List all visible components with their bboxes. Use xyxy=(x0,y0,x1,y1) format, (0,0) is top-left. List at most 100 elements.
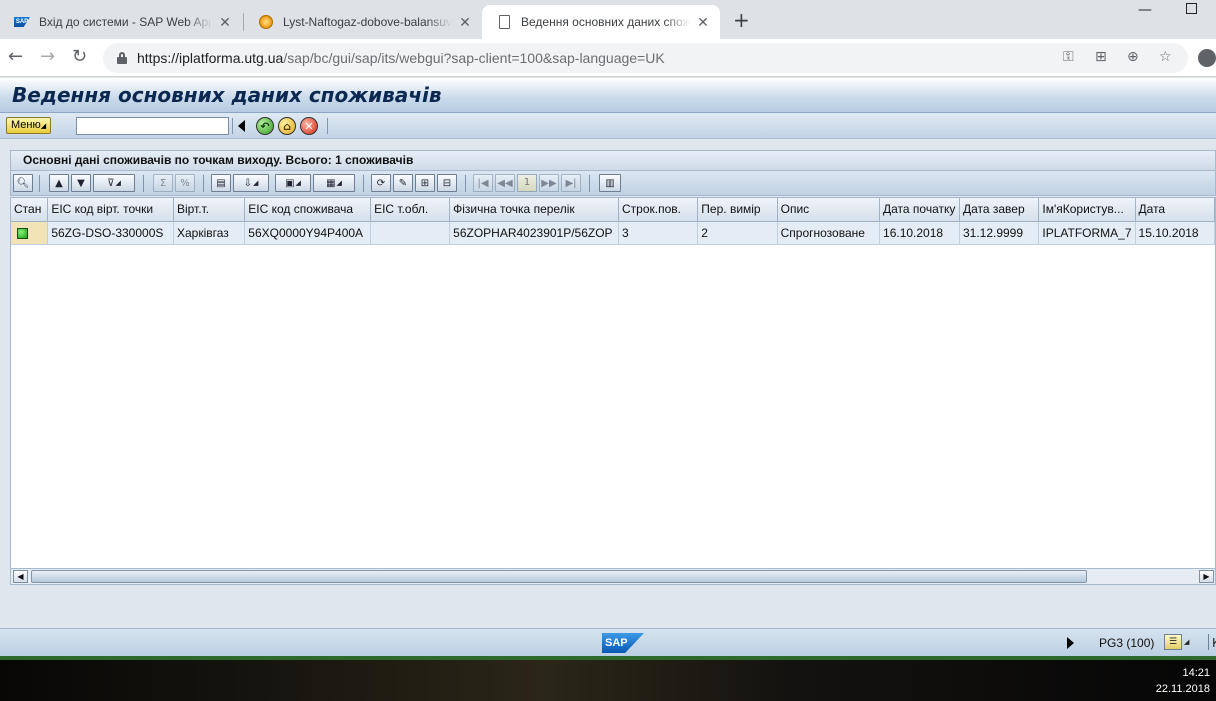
delete-row-icon[interactable]: ⊟ xyxy=(437,174,457,192)
dropdown-arrow-icon[interactable]: ◢ xyxy=(1184,638,1189,646)
scroll-left-icon[interactable]: ◀ xyxy=(13,570,28,583)
close-tab-icon[interactable]: ✕ xyxy=(696,14,710,31)
close-tab-icon[interactable]: ✕ xyxy=(458,14,472,31)
table-cell[interactable]: 56ZG-DSO-330000S xyxy=(47,221,174,245)
back-arrow-icon[interactable]: ← xyxy=(8,47,23,67)
column-header-status[interactable]: Стан xyxy=(11,198,49,222)
filter-dropdown-button[interactable]: ⊽ ◢ xyxy=(93,174,135,192)
taskbar-clock[interactable]: 14:21 22.11.2018 xyxy=(1156,665,1210,697)
sap-status-bar: SAP PG3 (100) ☰ ◢ К xyxy=(0,628,1216,656)
column-header-physical-point-list[interactable]: Фізична точка перелік xyxy=(449,198,619,222)
table-cell[interactable]: IPLATFORMA_7 xyxy=(1038,221,1136,245)
column-header-measurement[interactable]: Пер. вимір xyxy=(697,198,778,222)
browser-tab-active[interactable]: Ведення основних даних спожи ✕ xyxy=(482,5,720,39)
status-separator xyxy=(1208,634,1209,650)
filter-icon: ⊽ xyxy=(107,177,115,189)
details-icon[interactable]: 🔍︎ xyxy=(13,174,33,192)
table-cell[interactable]: 31.12.9999 xyxy=(959,221,1040,245)
dropdown-arrow-icon: ◢ xyxy=(253,179,259,187)
column-header-user-name[interactable]: Ім'яКористув... xyxy=(1038,198,1136,222)
toolbar-separator xyxy=(465,175,466,192)
orange-sphere-icon xyxy=(258,14,274,30)
print-preview-icon[interactable]: ▤ xyxy=(211,174,231,192)
table-cell[interactable]: 3 xyxy=(618,221,699,245)
back-button[interactable]: ↶ xyxy=(256,117,274,135)
dropdown-arrow-icon: ◢ xyxy=(40,123,47,130)
table-row[interactable]: 56ZG-DSO-330000S Харківгаз 56XQ0000Y94P4… xyxy=(11,221,1215,245)
list-icon: ☰ xyxy=(1168,637,1178,647)
menu-button[interactable]: Меню◢ xyxy=(6,117,52,134)
zoom-icon[interactable]: ⊕ xyxy=(1127,49,1139,65)
address-omnibox[interactable]: https://iplatforma.utg.ua/sap/bc/gui/sap… xyxy=(103,43,1188,73)
column-header-date[interactable]: Дата xyxy=(1135,198,1215,222)
back-icon: ↶ xyxy=(260,119,270,133)
close-tab-icon[interactable]: ✕ xyxy=(218,14,232,31)
add-row-icon[interactable]: ⊞ xyxy=(415,174,435,192)
tab-title: Lyst-Naftogaz-dobove-balansuva xyxy=(283,15,452,29)
minimize-window-icon[interactable]: — xyxy=(1138,2,1152,18)
table-cell[interactable]: Спрогнозоване xyxy=(777,221,881,245)
first-page-icon[interactable]: |◀ xyxy=(473,174,493,192)
column-header-end-date[interactable]: Дата завер xyxy=(959,198,1040,222)
scrollbar-thumb[interactable] xyxy=(31,570,1087,583)
status-expand-icon[interactable] xyxy=(1067,637,1074,649)
table-cell[interactable]: 2 xyxy=(697,221,778,245)
last-page-icon[interactable]: ▶| xyxy=(561,174,581,192)
exit-button[interactable]: ⌂ xyxy=(278,117,296,135)
previous-page-icon[interactable]: ◀◀ xyxy=(495,174,515,192)
document-icon xyxy=(496,14,512,30)
maximize-window-icon[interactable] xyxy=(1186,3,1197,14)
command-field[interactable] xyxy=(76,117,229,135)
browser-tab-sap-login[interactable]: SAP Вхід до системи - SAP Web Appl ✕ xyxy=(0,5,242,39)
collapse-arrow-icon[interactable] xyxy=(238,120,245,132)
profile-avatar-icon[interactable] xyxy=(1198,49,1216,67)
table-cell[interactable]: 15.10.2018 xyxy=(1135,221,1215,245)
layout-dropdown-button[interactable]: ▦ ◢ xyxy=(313,174,355,192)
star-bookmark-icon[interactable]: ☆ xyxy=(1159,49,1172,65)
table-cell[interactable]: 16.10.2018 xyxy=(879,221,960,245)
table-cell[interactable]: 56ZOPHAR4023901P/56ZOP xyxy=(449,221,619,245)
table-cell[interactable] xyxy=(370,221,451,245)
views-dropdown-button[interactable]: ▣ ◢ xyxy=(275,174,311,192)
lock-icon xyxy=(117,52,127,64)
status-cell[interactable] xyxy=(11,221,49,245)
sort-ascending-icon[interactable]: ▲ xyxy=(49,174,69,192)
page-number[interactable]: 1 xyxy=(517,174,537,192)
tab-title: Вхід до системи - SAP Web Appl xyxy=(39,15,212,29)
column-header-eic-virtual-point[interactable]: EIC код вірт. точки xyxy=(47,198,174,222)
edit-pencil-icon[interactable]: ✎ xyxy=(393,174,413,192)
subtotal-icon[interactable]: % xyxy=(175,174,195,192)
alv-toolbar: 🔍︎ ▲ ▼ ⊽ ◢ Σ % ▤ ⇩ ◢ ▣ ◢ ▦ ◢ ⟳ ✎ ⊞ ⊟ |◀ ◀◀ 1… xyxy=(10,170,1216,196)
horizontal-scrollbar[interactable]: ◀ ▶ xyxy=(10,568,1216,585)
status-green-led-icon xyxy=(17,227,28,239)
system-info-button[interactable]: ☰ xyxy=(1164,634,1182,650)
next-page-icon[interactable]: ▶▶ xyxy=(539,174,559,192)
os-taskbar: 14:21 22.11.2018 xyxy=(0,660,1216,701)
url-path: /sap/bc/gui/sap/its/webgui?sap-client=10… xyxy=(283,50,665,66)
export-dropdown-button[interactable]: ⇩ ◢ xyxy=(233,174,269,192)
column-header-virtual-point[interactable]: Вірт.т. xyxy=(173,198,246,222)
new-tab-plus-icon[interactable]: + xyxy=(733,10,750,30)
key-icon[interactable]: ⚿ xyxy=(1063,49,1074,65)
reload-icon[interactable]: ↻ xyxy=(72,47,87,67)
column-header-description[interactable]: Опис xyxy=(777,198,881,222)
dropdown-arrow-icon: ◢ xyxy=(295,179,301,187)
browser-tab-lyst-naftogaz[interactable]: Lyst-Naftogaz-dobove-balansuva ✕ xyxy=(244,5,482,39)
toolbar-separator xyxy=(589,175,590,192)
refresh-icon[interactable]: ⟳ xyxy=(371,174,391,192)
url-text[interactable]: https://iplatforma.utg.ua/sap/bc/gui/sap… xyxy=(137,50,665,66)
column-header-start-date[interactable]: Дата початку xyxy=(879,198,960,222)
cancel-icon: ✕ xyxy=(304,119,314,133)
scroll-right-icon[interactable]: ▶ xyxy=(1199,570,1214,583)
cancel-button[interactable]: ✕ xyxy=(300,117,318,135)
table-cell[interactable]: Харківгаз xyxy=(173,221,246,245)
column-header-eic-area[interactable]: EIC т.обл. xyxy=(370,198,451,222)
column-header-term[interactable]: Строк.пов. xyxy=(618,198,699,222)
sum-icon[interactable]: Σ xyxy=(153,174,173,192)
column-header-eic-consumer[interactable]: EIC код споживача xyxy=(244,198,372,222)
sort-descending-icon[interactable]: ▼ xyxy=(71,174,91,192)
table-cell[interactable]: 56XQ0000Y94P400A xyxy=(244,221,372,245)
spreadsheet-icon[interactable]: ▥ xyxy=(599,174,621,192)
forward-arrow-icon[interactable]: → xyxy=(40,47,55,67)
translate-icon[interactable]: ⊞ xyxy=(1095,49,1107,65)
